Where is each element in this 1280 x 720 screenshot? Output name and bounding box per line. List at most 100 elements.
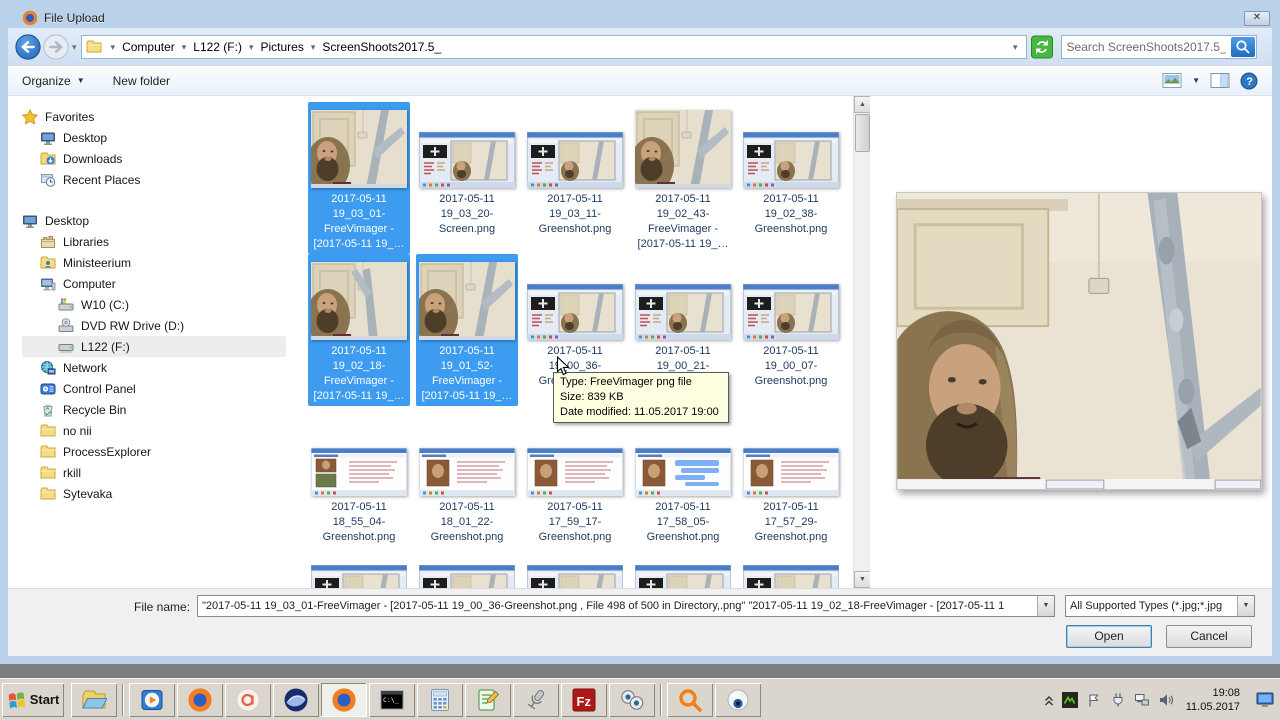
file-item[interactable]: 2017-05-11 19_02_18-FreeVimager - [2017-… [306, 254, 410, 406]
open-button[interactable]: Open [1066, 625, 1152, 648]
breadcrumb-chevron-icon[interactable]: ▾ [311, 42, 316, 53]
file-type-value[interactable]: All Supported Types (*.jpg;*.jpg [1066, 600, 1237, 612]
fb-screenshot-thumbnail[interactable] [526, 447, 624, 497]
file-item[interactable]: 2017-05-11 19_02_38-Greenshot.png [740, 102, 842, 254]
vertical-scrollbar[interactable]: ▲ ▼ [853, 96, 871, 588]
sidebar-item-sytevaka[interactable]: Sytevaka [22, 483, 300, 504]
scroll-down-icon[interactable]: ▼ [854, 571, 871, 588]
start-button[interactable]: Start [2, 682, 64, 717]
cancel-button[interactable]: Cancel [1166, 625, 1252, 648]
breadcrumb-segment[interactable]: Pictures [261, 40, 304, 54]
file-name-dropdown-icon[interactable]: ▼ [1037, 596, 1054, 616]
file-item[interactable]: 2017-05-11 17_59_17-Greenshot.png [524, 410, 626, 547]
app-screenshot-thumbnail[interactable] [742, 131, 840, 189]
webcam-photo-thumbnail[interactable] [414, 262, 515, 345]
sidebar-item-recycle-bin[interactable]: Recycle Bin [22, 399, 300, 420]
app-screenshot-thumbnail[interactable] [743, 565, 839, 588]
file-item[interactable]: 2017-05-11 19_01_52-FreeVimager - [2017-… [414, 254, 518, 406]
collapse-chevron-icon[interactable] [1044, 693, 1054, 707]
close-button[interactable]: ✕ [1244, 10, 1270, 26]
file-type-combobox[interactable]: All Supported Types (*.jpg;*.jpg ▼ [1065, 595, 1255, 617]
sidebar-item-recent-places[interactable]: Recent Places [22, 169, 300, 190]
breadcrumb-chevron-icon[interactable]: ▾ [111, 42, 116, 53]
forward-button[interactable] [42, 33, 70, 61]
show-desktop-button[interactable] [1252, 682, 1278, 718]
taskbar-notepadpp-button[interactable] [465, 682, 511, 717]
taskbar-eyeball-button[interactable] [715, 682, 761, 717]
taskbar-firefox-active-button[interactable] [321, 682, 367, 717]
flag-icon[interactable] [1086, 692, 1102, 708]
app-screenshot-thumbnail[interactable] [311, 565, 407, 588]
file-item[interactable]: 2017-05-11 19_00_07-Greenshot.png [740, 254, 842, 406]
sidebar-item-processexplorer[interactable]: ProcessExplorer [22, 441, 300, 462]
sidebar-item-computer[interactable]: Computer [22, 273, 300, 294]
scrollbar-thumb[interactable] [855, 114, 870, 152]
app-screenshot-thumbnail[interactable] [634, 283, 732, 341]
power-plug-icon[interactable] [1110, 692, 1126, 708]
fb-screenshot-thumbnail[interactable] [310, 447, 408, 497]
fb-screenshot-thumbnail[interactable] [742, 447, 840, 497]
sidebar-item-dvd-rw-drive-d-[interactable]: DVD RW Drive (D:) [22, 315, 300, 336]
console-activity-icon[interactable] [1061, 691, 1078, 708]
breadcrumb-chevron-icon[interactable]: ▾ [249, 42, 254, 53]
file-item[interactable]: 2017-05-11 19_03_01-FreeVimager - [2017-… [306, 102, 410, 254]
file-name-value[interactable]: "2017-05-11 19_03_01-FreeVimager - [2017… [198, 600, 1037, 612]
app-screenshot-thumbnail[interactable] [527, 565, 623, 588]
help-button[interactable]: ? [1240, 72, 1258, 90]
file-item[interactable]: 2017-05-11 17_58_05-Greenshot.png [632, 410, 734, 547]
file-item[interactable]: 2017-05-11 19_02_43-FreeVimager - [2017-… [630, 102, 734, 254]
webcam-photo-thumbnail[interactable] [306, 110, 407, 193]
sidebar-item-favorites[interactable]: Favorites [21, 106, 300, 127]
sidebar-item-desktop[interactable]: Desktop [22, 210, 300, 231]
preview-pane-button[interactable] [1210, 72, 1230, 89]
scroll-up-icon[interactable]: ▲ [854, 96, 871, 113]
sidebar-item-l122-f-[interactable]: L122 (F:) [22, 336, 286, 357]
file-item[interactable] [524, 563, 626, 588]
breadcrumb-segment[interactable]: ScreenShoots2017.5_ [322, 40, 441, 54]
volume-icon[interactable] [1158, 692, 1174, 708]
sidebar-item-w10-c-[interactable]: W10 (C:) [22, 294, 300, 315]
taskbar-seamonkey-button[interactable] [273, 682, 319, 717]
app-screenshot-thumbnail[interactable] [526, 283, 624, 341]
tray-clock[interactable]: 19:08 11.05.2017 [1186, 686, 1240, 714]
file-item[interactable]: 2017-05-11 18_01_22-Greenshot.png [416, 410, 518, 547]
sidebar-item-no-nii[interactable]: no nii [22, 420, 300, 441]
title-bar[interactable]: File Upload ✕ [8, 0, 1272, 28]
app-screenshot-thumbnail[interactable] [418, 131, 516, 189]
webcam-photo-thumbnail[interactable] [306, 262, 407, 345]
views-button[interactable] [1162, 72, 1182, 89]
address-dropdown-icon[interactable]: ▾ [1009, 42, 1022, 53]
app-screenshot-thumbnail[interactable] [635, 565, 731, 588]
network-icon[interactable] [1134, 692, 1150, 708]
sidebar-item-ministeerium[interactable]: Ministeerium [22, 252, 300, 273]
search-input[interactable] [1061, 40, 1231, 54]
file-item[interactable] [740, 563, 842, 588]
taskbar-explorer-button[interactable] [71, 682, 117, 717]
file-type-dropdown-icon[interactable]: ▼ [1237, 596, 1254, 616]
search-icon[interactable] [1230, 37, 1255, 57]
sidebar-item-rkill[interactable]: rkill [22, 462, 300, 483]
taskbar-app-a-button[interactable] [225, 682, 271, 717]
search-box[interactable] [1060, 35, 1257, 59]
nav-history-chevron-icon[interactable]: ▾ [72, 42, 77, 53]
taskbar-calculator-button[interactable] [417, 682, 463, 717]
file-item[interactable]: 2017-05-11 17_57_29-Greenshot.png [740, 410, 842, 547]
file-item[interactable] [308, 563, 410, 588]
taskbar-binoculars-button[interactable] [609, 682, 655, 717]
breadcrumb-segment[interactable]: Computer [122, 40, 175, 54]
fb-screenshot-thumbnail[interactable] [418, 447, 516, 497]
sidebar-item-libraries[interactable]: Libraries [22, 231, 300, 252]
app-screenshot-thumbnail[interactable] [419, 565, 515, 588]
file-item[interactable] [632, 563, 734, 588]
refresh-button[interactable] [1030, 35, 1053, 59]
app-screenshot-thumbnail[interactable] [526, 131, 624, 189]
file-item[interactable]: 2017-05-11 19_03_20-Screen.png [416, 102, 518, 254]
back-button[interactable] [14, 33, 42, 61]
taskbar-firefox-button[interactable] [177, 682, 223, 717]
organize-button[interactable]: Organize ▼ [22, 74, 85, 88]
app-screenshot-thumbnail[interactable] [742, 283, 840, 341]
breadcrumb-chevron-icon[interactable]: ▾ [182, 42, 187, 53]
views-dropdown-icon[interactable]: ▼ [1192, 76, 1200, 85]
taskbar-cmd-button[interactable]: C:\_ [369, 682, 415, 717]
sidebar-item-control-panel[interactable]: Control Panel [22, 378, 300, 399]
